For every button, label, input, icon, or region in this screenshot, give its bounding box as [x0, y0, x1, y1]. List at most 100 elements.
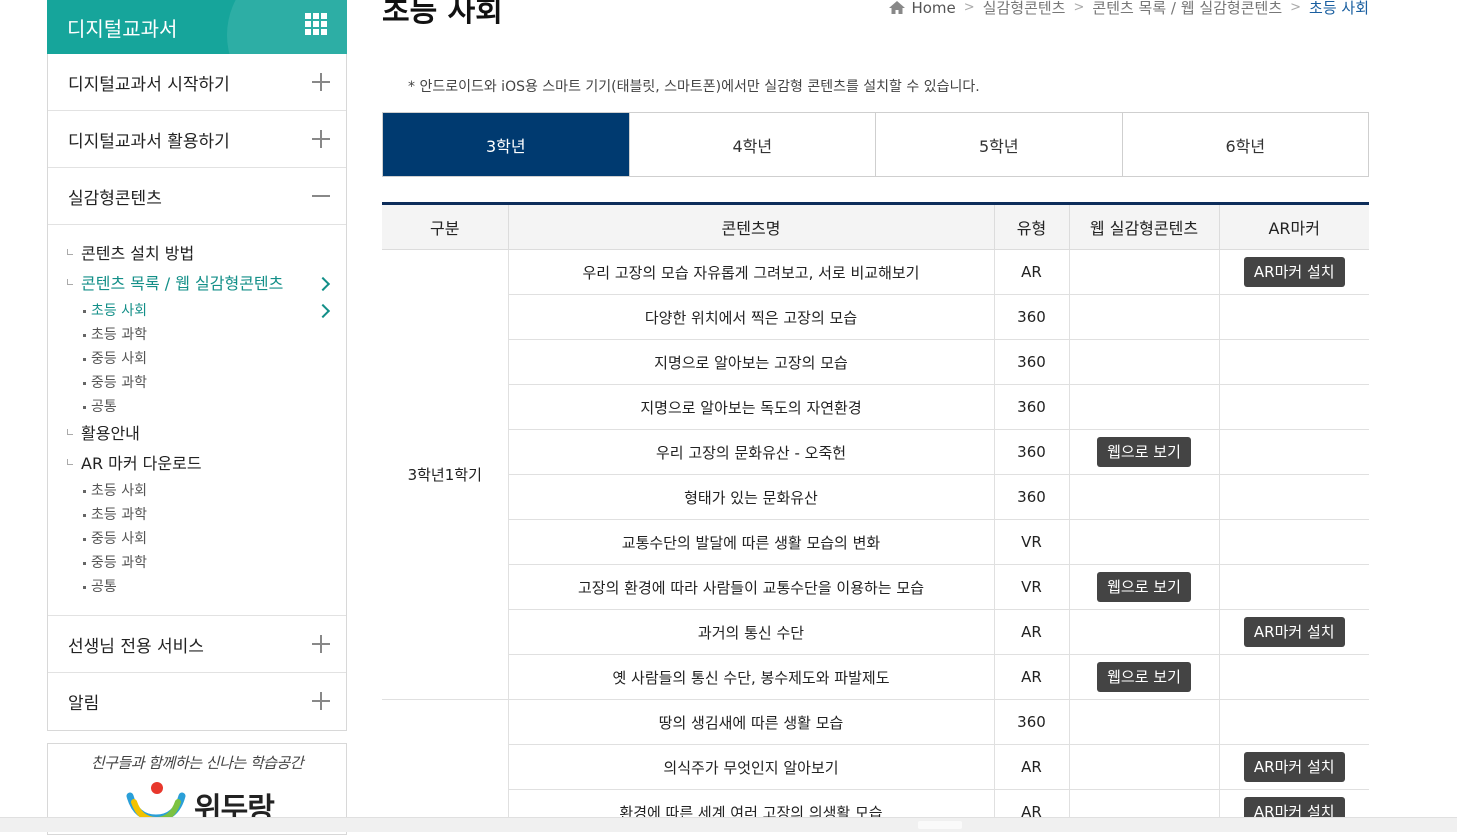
- breadcrumb: Home > 실감형콘텐츠 > 콘텐츠 목록 / 웹 실감형콘텐츠 > 초등 사…: [889, 0, 1369, 18]
- grade-tabs: 3학년 4학년 5학년 6학년: [382, 112, 1369, 177]
- web-content-cell: [1068, 249, 1219, 295]
- install-ar-marker-button[interactable]: AR마커 설치: [1243, 617, 1345, 647]
- ar-common[interactable]: 공통: [48, 575, 346, 599]
- dot-icon: [83, 406, 86, 409]
- sidebar-title: 디지털교과서: [67, 16, 178, 41]
- header-content-name: 콘텐츠명: [507, 202, 994, 250]
- ar-marker-cell: [1218, 294, 1369, 340]
- install-ar-marker-button[interactable]: AR마커 설치: [1243, 752, 1345, 782]
- ar-mid-science[interactable]: 중등 과학: [48, 551, 346, 575]
- banner-slogan: 친구들과 함께하는 신나는 학습공간: [90, 754, 304, 772]
- plus-icon[interactable]: [312, 692, 330, 710]
- submenu-common[interactable]: 공통: [48, 395, 346, 419]
- submenu-ar-download[interactable]: AR 마커 다운로드: [48, 449, 346, 479]
- ar-mid-social[interactable]: 중등 사회: [48, 527, 346, 551]
- sidebar: 디지털교과서 디지털교과서 시작하기 디지털교과서 활용하기 실감형콘텐츠 콘텐…: [47, 0, 347, 835]
- ar-elem-social[interactable]: 초등 사회: [48, 479, 346, 503]
- view-web-button[interactable]: 웹으로 보기: [1097, 662, 1191, 692]
- dot-icon: [83, 514, 86, 517]
- tab-grade-5[interactable]: 5학년: [875, 113, 1122, 176]
- bullet-icon: [67, 279, 73, 285]
- page-title: 초등 사회: [382, 0, 503, 29]
- home-icon: [889, 1, 906, 14]
- submenu-mid-social[interactable]: 중등 사회: [48, 347, 346, 371]
- chevron-right-icon: [315, 276, 331, 292]
- scrollbar-thumb[interactable]: [918, 821, 962, 829]
- submenu-content-list[interactable]: 콘텐츠 목록 / 웹 실감형콘텐츠: [48, 269, 346, 299]
- content-table-wrapper: 구분 콘텐츠명 유형 웹 실감형콘텐츠 AR마커 3학년1학기 우리 고장의 모습…: [382, 202, 1369, 818]
- content-type-cell: 360: [993, 429, 1069, 475]
- tab-grade-4[interactable]: 4학년: [628, 113, 876, 176]
- ar-marker-cell: [1218, 339, 1369, 385]
- table-row: 고장의 환경에 따라 사람들이 교통수단을 이용하는 모습 VR 웹으로 보기: [382, 564, 1369, 610]
- menu-item-usage[interactable]: 디지털교과서 활용하기: [48, 111, 346, 168]
- ar-elem-science[interactable]: 초등 과학: [48, 503, 346, 527]
- submenu-label: AR 마커 다운로드: [81, 454, 202, 473]
- submenu-guide[interactable]: 활용안내: [48, 419, 346, 449]
- tab-grade-6[interactable]: 6학년: [1121, 113, 1369, 176]
- plus-icon[interactable]: [312, 130, 330, 148]
- dot-icon: [83, 538, 86, 541]
- breadcrumb-separator-icon: >: [1290, 0, 1302, 15]
- ar-marker-cell: [1218, 699, 1369, 745]
- dot-icon: [83, 490, 86, 493]
- menu-item-label: 선생님 전용 서비스: [68, 636, 204, 657]
- header-decoration: [227, 0, 347, 54]
- submenu-elem-social[interactable]: 초등 사회: [48, 299, 346, 323]
- content-type-cell: VR: [993, 564, 1069, 610]
- dot-icon: [83, 382, 86, 385]
- table-row: 3학년1학기 우리 고장의 모습 자유롭게 그려보고, 서로 비교해보기 AR AR마…: [382, 249, 1369, 700]
- content-type-cell: 360: [993, 474, 1069, 520]
- bullet-icon: [67, 429, 73, 435]
- install-ar-marker-button[interactable]: AR마커 설치: [1243, 797, 1345, 818]
- web-content-cell: [1068, 339, 1219, 385]
- plus-icon[interactable]: [312, 73, 330, 91]
- plus-icon[interactable]: [312, 635, 330, 653]
- view-web-button[interactable]: 웹으로 보기: [1097, 572, 1191, 602]
- submenu-label: 활용안내: [81, 424, 140, 443]
- submenu-label: 초등 사회: [91, 303, 147, 319]
- install-notice: * 안드로이드와 iOS용 스마트 기기(태블릿, 스마트폰)에서만 실감형 콘…: [408, 79, 980, 95]
- web-content-cell: [1068, 474, 1219, 520]
- breadcrumb-item[interactable]: 실감형콘텐츠: [983, 0, 1066, 18]
- breadcrumb-item[interactable]: 콘텐츠 목록 / 웹 실감형콘텐츠: [1092, 0, 1282, 18]
- install-ar-marker-button[interactable]: AR마커 설치: [1243, 257, 1345, 287]
- horizontal-scrollbar[interactable]: [0, 817, 1457, 832]
- breadcrumb-home[interactable]: Home: [911, 0, 955, 17]
- chevron-right-icon: [315, 303, 331, 319]
- table-row: 의식주가 무엇인지 알아보기 AR AR마커 설치: [382, 744, 1369, 790]
- header-ar-marker: AR마커: [1218, 202, 1369, 250]
- submenu-label: 중등 사회: [91, 531, 147, 547]
- submenu-elem-science[interactable]: 초등 과학: [48, 323, 346, 347]
- content-name-cell: 교통수단의 발달에 따른 생활 모습의 변화: [507, 519, 994, 565]
- ar-marker-cell: AR마커 설치: [1218, 609, 1369, 655]
- ar-marker-cell: AR마커 설치: [1218, 744, 1369, 790]
- menu-item-teacher[interactable]: 선생님 전용 서비스: [48, 616, 346, 673]
- content-name-cell: 지명으로 알아보는 독도의 자연환경: [507, 384, 994, 430]
- menu-item-notice[interactable]: 알림: [48, 673, 346, 730]
- menu-item-start[interactable]: 디지털교과서 시작하기: [48, 54, 346, 111]
- web-content-cell: [1068, 789, 1219, 818]
- content-table: 구분 콘텐츠명 유형 웹 실감형콘텐츠 AR마커 3학년1학기 우리 고장의 모습…: [382, 202, 1369, 818]
- content-type-cell: 360: [993, 339, 1069, 385]
- sidebar-header: 디지털교과서: [47, 0, 347, 54]
- submenu-label: 공통: [91, 579, 117, 595]
- header-web-content: 웹 실감형콘텐츠: [1068, 202, 1219, 250]
- dot-icon: [83, 358, 86, 361]
- view-web-button[interactable]: 웹으로 보기: [1097, 437, 1191, 467]
- dot-icon: [83, 334, 86, 337]
- menu-item-immersive[interactable]: 실감형콘텐츠: [48, 168, 346, 225]
- breadcrumb-separator-icon: >: [963, 0, 975, 15]
- minus-icon[interactable]: [312, 187, 330, 205]
- submenu-label: 공통: [91, 399, 117, 415]
- submenu-label: 중등 사회: [91, 351, 147, 367]
- content-name-cell: 형태가 있는 문화유산: [507, 474, 994, 520]
- breadcrumb-separator-icon: >: [1073, 0, 1085, 15]
- submenu-mid-science[interactable]: 중등 과학: [48, 371, 346, 395]
- table-body: 3학년1학기 우리 고장의 모습 자유롭게 그려보고, 서로 비교해보기 AR AR마…: [382, 249, 1369, 818]
- submenu-install[interactable]: 콘텐츠 설치 방법: [48, 239, 346, 269]
- tab-grade-3[interactable]: 3학년: [383, 113, 629, 176]
- immersive-submenu: 콘텐츠 설치 방법 콘텐츠 목록 / 웹 실감형콘텐츠 초등 사회 초등 과학 …: [48, 225, 346, 616]
- grid-menu-icon[interactable]: [305, 13, 327, 35]
- table-row: 다양한 위치에서 찍은 고장의 모습 360: [382, 294, 1369, 340]
